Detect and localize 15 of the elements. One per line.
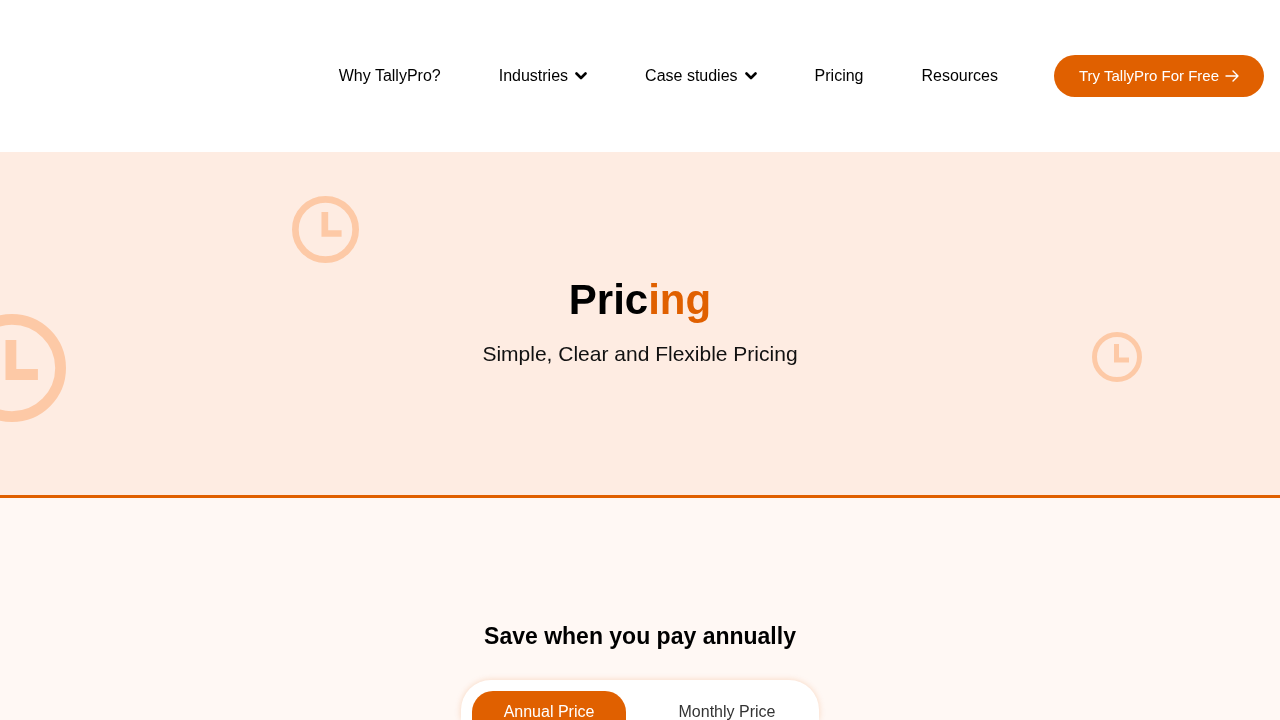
clock-icon bbox=[0, 314, 66, 422]
cta-button[interactable]: Try TallyPro For Free bbox=[1053, 55, 1264, 97]
nav-link[interactable]: Industries bbox=[498, 64, 588, 88]
nav-link[interactable]: Why TallyPro? bbox=[338, 64, 441, 88]
clock-icon bbox=[1092, 332, 1142, 382]
page-title: Pricing bbox=[568, 275, 712, 325]
nav-link[interactable]: Case studies bbox=[645, 64, 757, 88]
toggle-option[interactable]: Annual Price bbox=[472, 691, 626, 720]
toggle-option[interactable]: Monthly Price bbox=[650, 691, 804, 720]
nav-link[interactable]: Resources bbox=[921, 64, 998, 88]
clock-icon bbox=[292, 196, 359, 263]
arrow-right-icon bbox=[1225, 70, 1239, 82]
page-subtitle: Simple, Clear and Flexible Pricing bbox=[482, 341, 798, 367]
section-heading: Save when you pay annually bbox=[484, 622, 796, 651]
nav-link[interactable]: Pricing bbox=[814, 64, 864, 88]
